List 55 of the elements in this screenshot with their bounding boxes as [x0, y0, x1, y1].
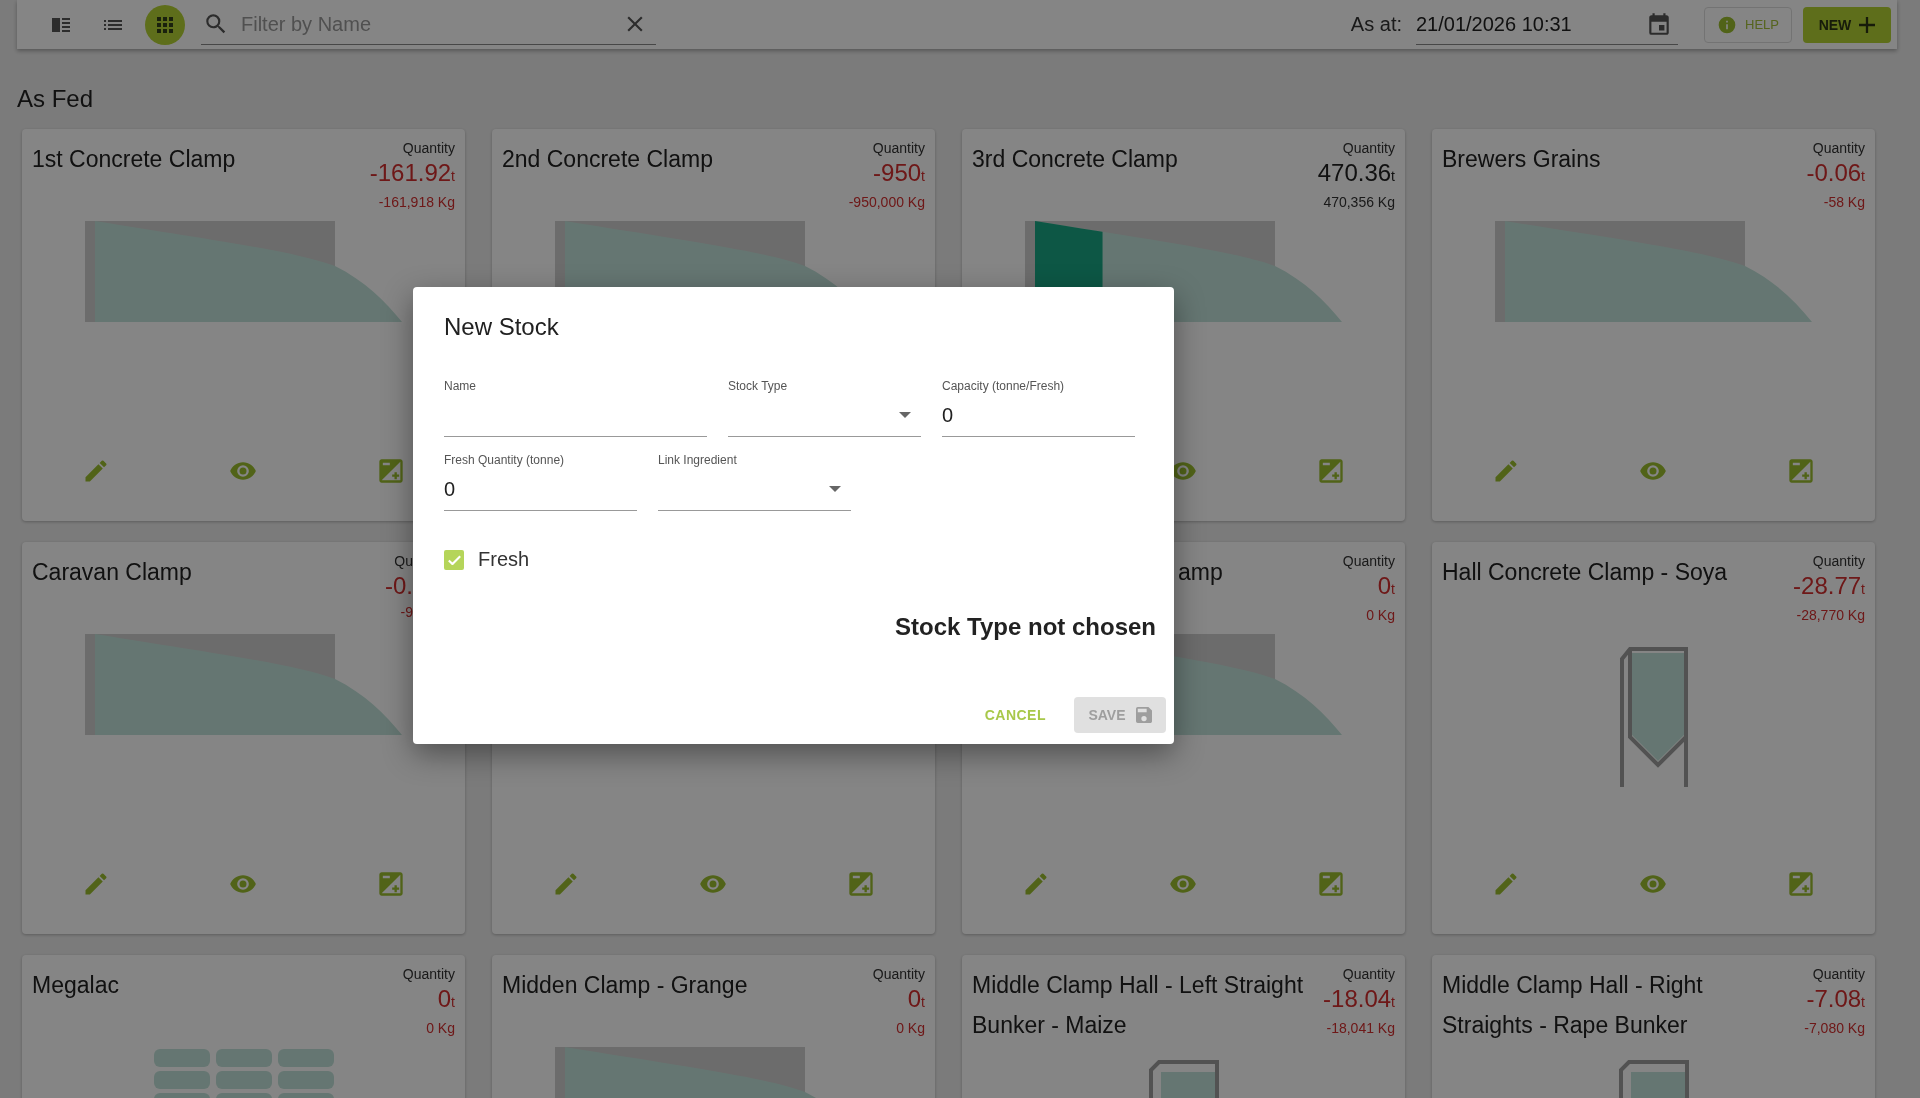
card-title: Middle Clamp Hall - Left Straight Bunker - Maize — [972, 972, 1304, 1038]
quantity-tonnes: -7.08t — [1806, 985, 1865, 1014]
quantity-tonnes: -18.04t — [1323, 985, 1395, 1014]
quantity-tonnes: 0t — [1377, 572, 1395, 601]
quantity-kg: -161,918 Kg — [378, 193, 455, 212]
quantity-tonnes: -0.06t — [1806, 159, 1865, 188]
quantity-tonnes: 470.36t — [1317, 159, 1395, 188]
card-title: amp — [1178, 559, 1223, 585]
card-title: Caravan Clamp — [32, 559, 192, 585]
input-field[interactable]: Name — [444, 378, 707, 437]
quantity-kg: -28,770 Kg — [1796, 606, 1865, 625]
quantity-tonnes: 0t — [437, 985, 455, 1014]
select-field[interactable]: Stock Type — [728, 378, 921, 437]
quantity-label: Qu — [394, 552, 413, 571]
card-title: 3rd Concrete Clamp — [972, 146, 1178, 172]
quantity-label: Quantity — [1342, 552, 1395, 571]
quantity-kg: -9 — [400, 603, 413, 622]
quantity-label: Quantity — [402, 965, 455, 984]
card-title: Megalac — [32, 972, 119, 998]
input-field[interactable]: Fresh Quantity (tonne) 0 — [444, 452, 637, 511]
quantity-kg: -7,080 Kg — [1804, 1019, 1865, 1038]
card-title: Brewers Grains — [1442, 146, 1601, 172]
as-at-label: As at: — [1350, 13, 1402, 36]
quantity-tonnes: 0t — [907, 985, 925, 1014]
quantity-kg: 470,356 Kg — [1323, 193, 1395, 212]
dialog-title: New Stock — [444, 313, 560, 341]
quantity-kg: -58 Kg — [1823, 193, 1865, 212]
card-title: Midden Clamp - Grange — [502, 972, 748, 998]
quantity-kg: 0 Kg — [1366, 606, 1395, 625]
quantity-kg: 0 Kg — [896, 1019, 925, 1038]
card-title: Hall Concrete Clamp - Soya — [1442, 559, 1728, 585]
validation-message: Stock Type not chosen — [895, 613, 1156, 641]
select-field[interactable]: Link Ingredient — [658, 452, 851, 511]
input-field[interactable]: Capacity (tonne/Fresh) 0 — [942, 378, 1135, 437]
quantity-label: Quantity — [872, 965, 925, 984]
quantity-label: Quantity — [1812, 139, 1865, 158]
quantity-label: Quantity — [1812, 965, 1865, 984]
quantity-tonnes: -161.92t — [369, 159, 455, 188]
quantity-label: Quantity — [1812, 552, 1865, 571]
quantity-label: Quantity — [402, 139, 455, 158]
quantity-tonnes: -28.77t — [1793, 572, 1865, 601]
date-field[interactable]: 21/01/2026 10:31 — [1416, 4, 1678, 45]
quantity-label: Quantity — [1342, 965, 1395, 984]
checkbox-label: Fresh — [478, 548, 530, 571]
quantity-tonnes: -0. — [385, 572, 413, 600]
card-title: Middle Clamp Hall - Right Straights - Rape Bunker — [1442, 972, 1703, 1038]
quantity-kg: -950,000 Kg — [848, 193, 925, 212]
section-title: As Fed — [17, 85, 95, 113]
quantity-label: Quantity — [1342, 139, 1395, 158]
card-title: 1st Concrete Clamp — [32, 146, 236, 172]
quantity-label: Quantity — [872, 139, 925, 158]
quantity-tonnes: -950t — [873, 159, 925, 188]
quantity-kg: -18,041 Kg — [1326, 1019, 1395, 1038]
card-title: 2nd Concrete Clamp — [502, 146, 713, 172]
quantity-kg: 0 Kg — [426, 1019, 455, 1038]
